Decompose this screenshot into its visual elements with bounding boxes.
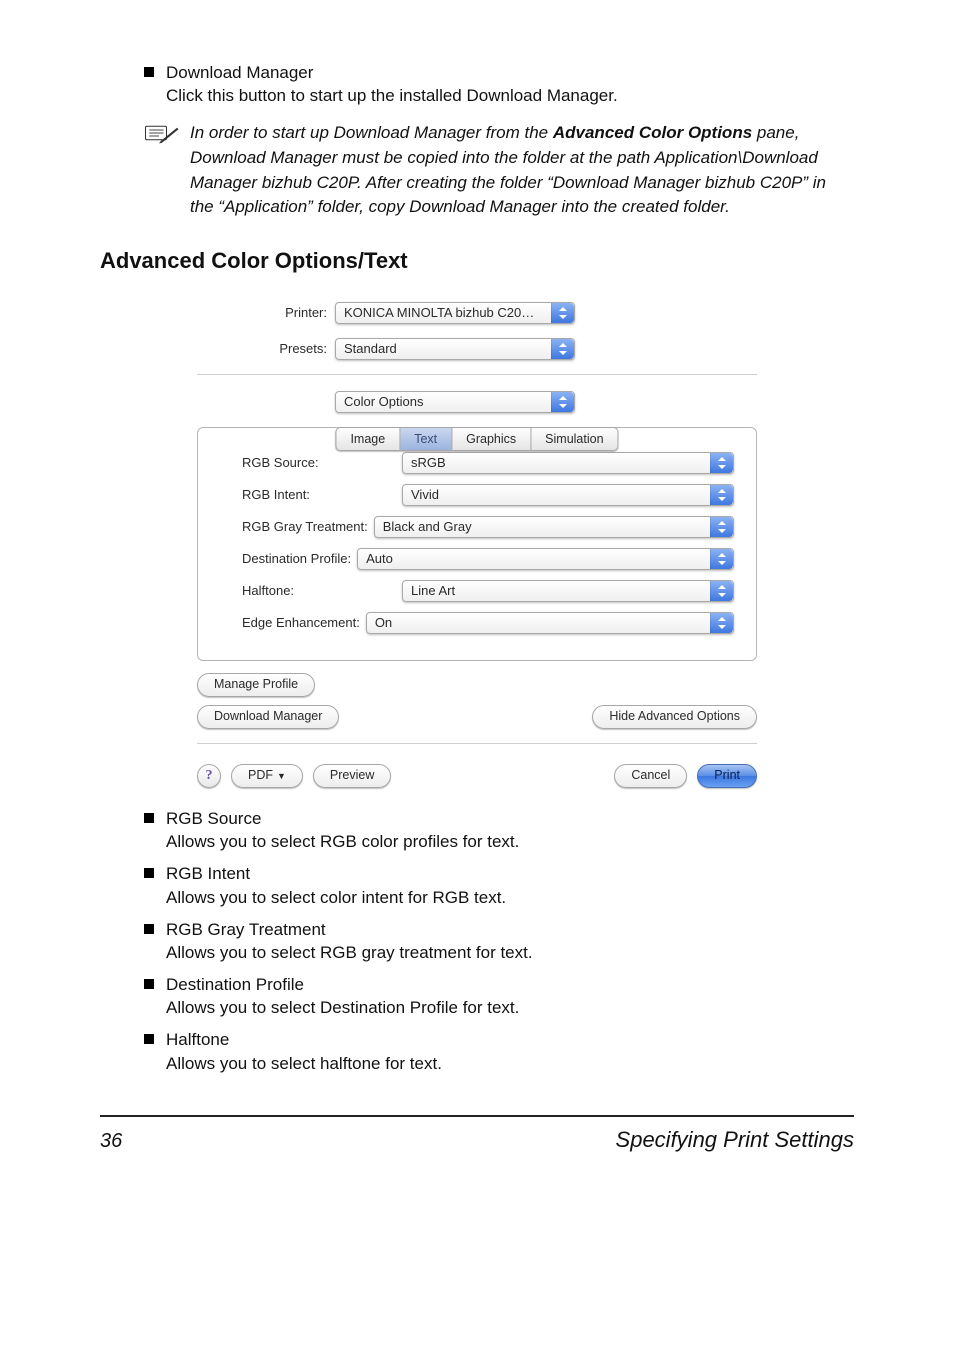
bullet-desc: Allows you to select color intent for RG… <box>166 887 854 909</box>
footer-rule <box>100 1115 854 1117</box>
tab-graphics[interactable]: Graphics <box>452 427 531 451</box>
option-label: RGB Gray Treatment: <box>220 519 368 534</box>
popup-arrows-icon <box>710 613 733 633</box>
help-button[interactable]: ? <box>197 764 221 788</box>
bullet-item: Halftone <box>144 1029 854 1050</box>
option-label: Halftone: <box>220 583 402 598</box>
divider <box>197 743 757 744</box>
option-row: Destination Profile: Auto <box>220 548 734 570</box>
option-row: Edge Enhancement: On <box>220 612 734 634</box>
option-popup[interactable]: sRGB <box>402 452 734 474</box>
popup-arrows-icon <box>710 485 733 505</box>
popup-arrows-icon <box>710 517 733 537</box>
page-number: 36 <box>100 1130 122 1153</box>
popup-arrows-icon <box>710 549 733 569</box>
option-popup[interactable]: Vivid <box>402 484 734 506</box>
option-row: Halftone: Line Art <box>220 580 734 602</box>
option-popup[interactable]: Auto <box>357 548 734 570</box>
bullet-item: RGB Intent <box>144 863 854 884</box>
popup-arrows-icon <box>551 303 574 323</box>
option-row: RGB Source: sRGB <box>220 452 734 474</box>
note-pencil-icon <box>144 121 180 145</box>
option-popup[interactable]: Black and Gray <box>374 516 734 538</box>
tab-simulation[interactable]: Simulation <box>531 427 618 451</box>
tab-bar: ImageTextGraphicsSimulation <box>335 427 618 451</box>
popup-arrows-icon <box>551 339 574 359</box>
printer-popup[interactable]: KONICA MINOLTA bizhub C20… <box>335 302 575 324</box>
printer-value: KONICA MINOLTA bizhub C20… <box>344 305 534 320</box>
print-button[interactable]: Print <box>697 764 757 788</box>
bullet-square-icon <box>144 924 154 934</box>
footer-section: Specifying Print Settings <box>616 1127 854 1153</box>
preview-button[interactable]: Preview <box>313 764 391 788</box>
option-value: Vivid <box>411 487 439 502</box>
chevron-down-icon: ▼ <box>277 771 286 781</box>
option-value: sRGB <box>411 455 446 470</box>
cancel-button[interactable]: Cancel <box>614 764 687 788</box>
tab-image[interactable]: Image <box>335 427 400 451</box>
option-value: Black and Gray <box>383 519 472 534</box>
bullet-desc: Click this button to start up the instal… <box>166 85 854 107</box>
bullet-square-icon <box>144 1034 154 1044</box>
option-label: RGB Intent: <box>220 487 402 502</box>
bullet-square-icon <box>144 67 154 77</box>
note-text: In order to start up Download Manager fr… <box>190 121 854 220</box>
popup-arrows-icon <box>710 453 733 473</box>
bullet-desc: Allows you to select Destination Profile… <box>166 997 854 1019</box>
bullet-item: RGB Source <box>144 808 854 829</box>
bullet-item: Destination Profile <box>144 974 854 995</box>
pane-value: Color Options <box>344 394 423 409</box>
option-label: Edge Enhancement: <box>220 615 360 630</box>
option-row: RGB Gray Treatment: Black and Gray <box>220 516 734 538</box>
bullet-title: Halftone <box>166 1029 229 1050</box>
option-value: Auto <box>366 551 393 566</box>
pane-popup[interactable]: Color Options <box>335 391 575 413</box>
presets-label: Presets: <box>197 341 335 356</box>
profile-button-row: Manage Profile <box>197 673 757 697</box>
print-dialog: Printer: KONICA MINOLTA bizhub C20… Pres… <box>197 302 757 788</box>
explanation-list: RGB SourceAllows you to select RGB color… <box>100 808 854 1075</box>
option-popup[interactable]: Line Art <box>402 580 734 602</box>
bullet-square-icon <box>144 979 154 989</box>
bullet-desc: Allows you to select RGB gray treatment … <box>166 942 854 964</box>
note-block: In order to start up Download Manager fr… <box>144 121 854 220</box>
tab-panel: RGB Source: sRGB RGB Intent: Vivid RGB Gray … <box>197 427 757 661</box>
bullet-title: Destination Profile <box>166 974 304 995</box>
presets-value: Standard <box>344 341 397 356</box>
pdf-label: PDF <box>248 768 273 782</box>
bullet-square-icon <box>144 868 154 878</box>
manage-profile-button[interactable]: Manage Profile <box>197 673 315 697</box>
option-value: On <box>375 615 392 630</box>
tab-text[interactable]: Text <box>400 427 452 451</box>
option-value: Line Art <box>411 583 455 598</box>
bullet-item: RGB Gray Treatment <box>144 919 854 940</box>
option-label: RGB Source: <box>220 455 402 470</box>
bullet-desc: Allows you to select halftone for text. <box>166 1053 854 1075</box>
download-manager-button[interactable]: Download Manager <box>197 705 339 729</box>
bullet-title: Download Manager <box>166 62 313 83</box>
divider <box>197 374 757 375</box>
option-label: Destination Profile: <box>220 551 351 566</box>
bullet-desc: Allows you to select RGB color profiles … <box>166 831 854 853</box>
presets-popup[interactable]: Standard <box>335 338 575 360</box>
section-heading: Advanced Color Options/Text <box>100 248 854 274</box>
bullet-title: RGB Intent <box>166 863 250 884</box>
bullet-title: RGB Source <box>166 808 261 829</box>
bullet-title: RGB Gray Treatment <box>166 919 326 940</box>
bullet-item: Download Manager <box>144 62 854 83</box>
option-row: RGB Intent: Vivid <box>220 484 734 506</box>
hide-advanced-button[interactable]: Hide Advanced Options <box>592 705 757 729</box>
printer-label: Printer: <box>197 305 335 320</box>
popup-arrows-icon <box>710 581 733 601</box>
pdf-button[interactable]: PDF ▼ <box>231 764 303 788</box>
option-popup[interactable]: On <box>366 612 734 634</box>
page-footer: 36 Specifying Print Settings <box>100 1127 854 1153</box>
bullet-square-icon <box>144 813 154 823</box>
popup-arrows-icon <box>551 392 574 412</box>
